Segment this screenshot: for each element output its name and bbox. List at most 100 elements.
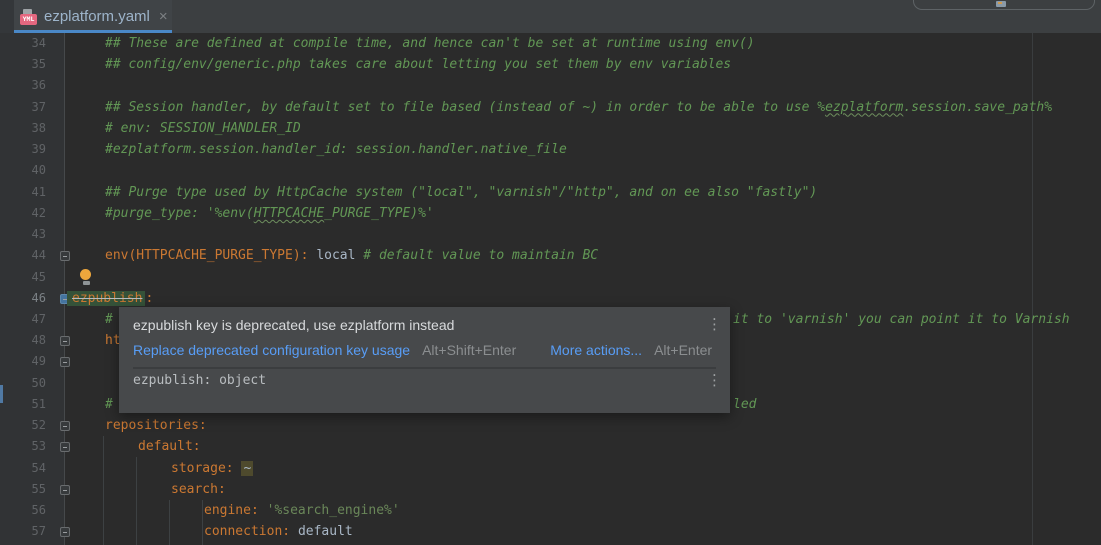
code-token: ~ [241, 461, 253, 476]
tab-bar-left-strip [0, 0, 14, 33]
fold-marker-icon[interactable] [60, 357, 70, 367]
code-token: # env: SESSION_HANDLER_ID [105, 121, 301, 136]
code-line: env(HTTPCACHE_PURGE_TYPE): local # defau… [105, 245, 598, 266]
line-number: 57 [0, 521, 46, 542]
editor[interactable]: 34 ## These are defined at compile time, … [0, 33, 1101, 545]
popup-title: ezpublish key is deprecated, use ezplatf… [133, 317, 716, 333]
code-line: ezpublish: [72, 288, 153, 309]
fold-marker-icon[interactable] [60, 251, 70, 261]
code-token: ## Purge type used by HttpCache system (… [105, 185, 817, 200]
code-line: ## Purge type used by HttpCache system (… [105, 182, 817, 203]
code-token: engine [204, 503, 251, 518]
code-token: local [316, 248, 363, 263]
line-number: 46 [0, 288, 46, 309]
line-number: 55 [0, 479, 46, 500]
line-number: 45 [0, 267, 46, 288]
fold-marker-icon[interactable] [60, 442, 70, 452]
fold-marker-icon[interactable] [60, 336, 70, 346]
code-line: connection: default [204, 521, 353, 542]
line-number: 37 [0, 97, 46, 118]
code-token: ## Session handler, by default set to fi… [105, 100, 825, 115]
indent-guide [136, 457, 137, 545]
code-token: _PURGE_TYPE)%' [324, 206, 434, 221]
line-number: 56 [0, 500, 46, 521]
line-number: 53 [0, 436, 46, 457]
code-line: search: [171, 479, 226, 500]
line-number: 50 [0, 373, 46, 394]
code-token: : [301, 248, 317, 263]
code-token: : [218, 482, 226, 497]
code-token: storage [171, 461, 226, 476]
code-token: : [145, 291, 153, 306]
more-actions-shortcut: Alt+Enter [654, 342, 712, 358]
code-line: ## Session handler, by default set to fi… [105, 97, 1052, 118]
line-number: 44 [0, 245, 46, 266]
code-line: default: [138, 436, 201, 457]
run-widget-icon [996, 1, 1006, 7]
popup-doc-text: ezpublish: object [133, 373, 266, 388]
code-token: ## These are defined at compile time, an… [105, 36, 755, 51]
code-token: default [298, 524, 353, 539]
line-number: 38 [0, 118, 46, 139]
more-actions-link[interactable]: More actions... [550, 342, 642, 358]
line-number: 39 [0, 139, 46, 160]
replace-action-shortcut: Alt+Shift+Enter [422, 342, 516, 358]
code-token: # default value to maintain BC [363, 248, 598, 263]
code-line: repositories: [105, 415, 207, 436]
code-token: '%search_engine%' [267, 503, 400, 518]
code-line: # env: SESSION_HANDLER_ID [105, 118, 301, 139]
code-token: .session.save_path% [903, 100, 1052, 115]
code-token: ## config/env/generic.php takes care abo… [105, 57, 731, 72]
code-token: ezpublish [67, 291, 145, 306]
fold-marker-icon[interactable] [60, 527, 70, 537]
kebab-menu-icon[interactable]: ⋮ [707, 317, 722, 332]
code-token: default [138, 439, 193, 454]
line-number: 35 [0, 54, 46, 75]
popup-top-section: ezpublish key is deprecated, use ezplatf… [119, 307, 730, 360]
intention-popup: ezpublish key is deprecated, use ezplatf… [119, 307, 730, 413]
code-token: repositories [105, 418, 199, 433]
run-widget-cutoff[interactable] [913, 0, 1095, 10]
code-line: storage: ~ [171, 458, 253, 479]
code-token: : [199, 418, 207, 433]
line-number: 40 [0, 160, 46, 181]
code-line-fragment: it to 'varnish' you can point it to Varn… [733, 309, 1070, 330]
ide-window: YML ezplatform.yaml × 34 ## These are def… [0, 0, 1101, 545]
indent-guide [103, 436, 104, 545]
tab-label: ezplatform.yaml [44, 8, 150, 25]
line-number: 49 [0, 351, 46, 372]
code-token: ezplatform [825, 100, 903, 115]
code-token: : [193, 439, 201, 454]
popup-actions: Replace deprecated configuration key usa… [133, 342, 716, 358]
code-token: #ezplatform.session.handler_id: session.… [105, 142, 567, 157]
yaml-file-icon: YML [20, 9, 37, 25]
editor-tab-bar: YML ezplatform.yaml × [0, 0, 1101, 33]
line-number: 34 [0, 33, 46, 54]
popup-doc-section: ezpublish: object ⋮ [119, 360, 730, 401]
fold-marker-icon[interactable] [60, 485, 70, 495]
code-line: #ezplatform.session.handler_id: session.… [105, 139, 567, 160]
kebab-menu-icon[interactable]: ⋮ [707, 373, 722, 388]
indent-guide [202, 500, 203, 545]
line-number: 48 [0, 330, 46, 351]
line-number: 41 [0, 182, 46, 203]
code-line: #purge_type: '%env(HTTPCACHE_PURGE_TYPE)… [105, 203, 434, 224]
line-number: 47 [0, 309, 46, 330]
line-number: 43 [0, 224, 46, 245]
code-line: engine: '%search_engine%' [204, 500, 400, 521]
tab-close-icon[interactable]: × [159, 8, 168, 25]
code-line-fragment: led [733, 394, 756, 415]
code-token: search [171, 482, 218, 497]
replace-deprecated-key-action[interactable]: Replace deprecated configuration key usa… [133, 342, 410, 358]
code-token: env(HTTPCACHE_PURGE_TYPE) [105, 248, 301, 263]
line-number: 42 [0, 203, 46, 224]
line-number: 51 [0, 394, 46, 415]
fold-marker-icon[interactable] [60, 421, 70, 431]
tab-ezplatform-yaml[interactable]: YML ezplatform.yaml × [14, 0, 172, 33]
intention-bulb-icon[interactable] [80, 269, 92, 286]
indent-guide [169, 500, 170, 545]
code-token: #purge_type: '%env( [105, 206, 254, 221]
code-token: connection [204, 524, 282, 539]
code-token: : [226, 461, 242, 476]
gutter-separator [64, 33, 65, 545]
